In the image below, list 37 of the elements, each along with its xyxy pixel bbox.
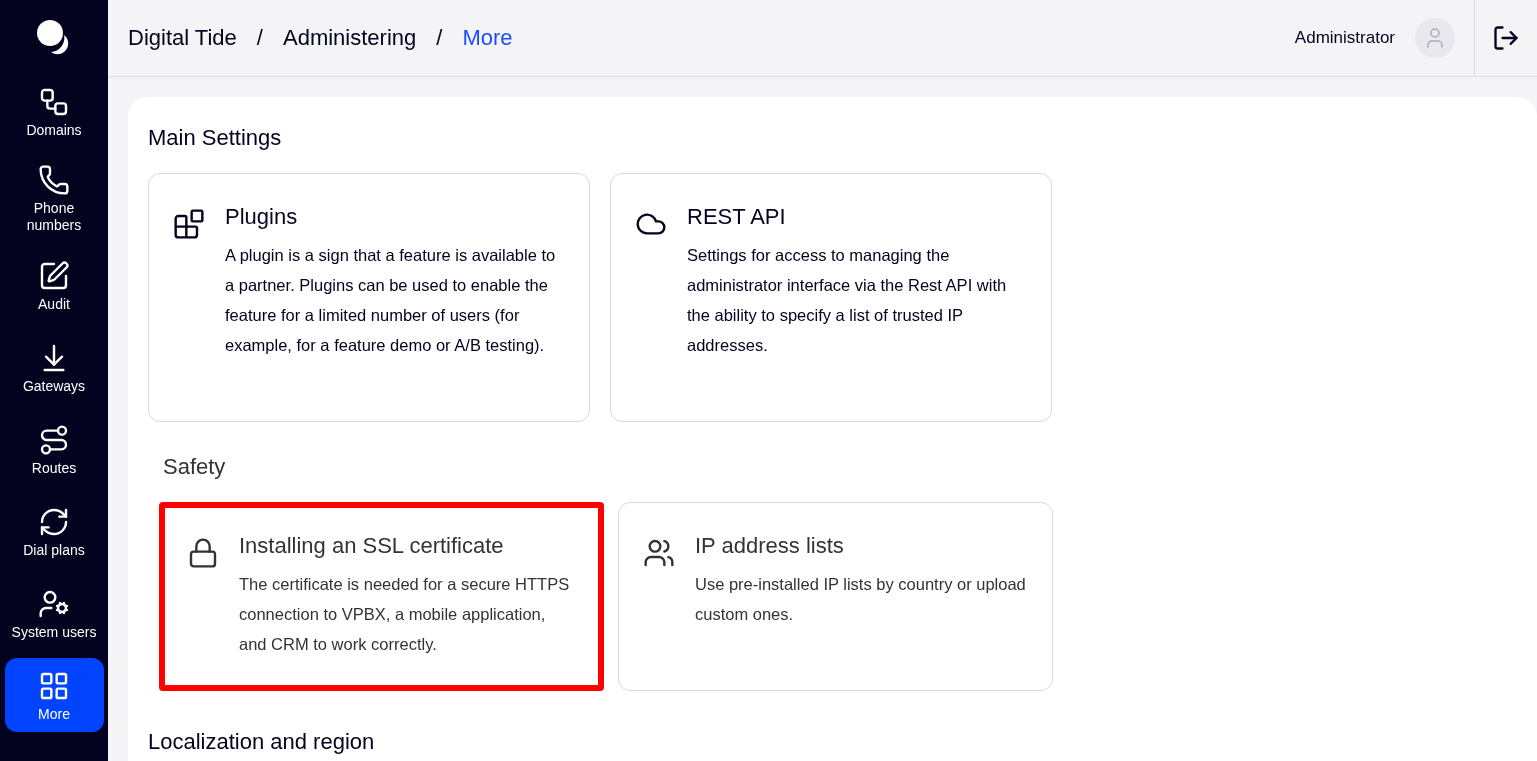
phone-icon [38,164,70,196]
card-description: Settings for access to managing the administrator interface via the Rest API with the ability to specify a list of trusted IP addresses. [687,245,1008,356]
nav-item[interactable]: Routes [4,412,104,486]
nav-item[interactable]: System users [4,576,104,650]
user-name: Administrator [1294,28,1395,48]
users-icon [643,537,675,569]
section-title: Safety [162,454,227,480]
nav-item[interactable]: Dial plans [4,494,104,568]
breadcrumb-separator: / [256,25,263,51]
settings-card[interactable]: IP address lists Use pre-installed IP lists by country or upload custom ones. [618,502,1053,691]
breadcrumb-link[interactable]: Administering [282,25,417,51]
nav-item[interactable]: More [4,658,104,732]
settings-card[interactable]: REST API Settings for access to managing the administrator interface via the Rest API with the ability to specify a list of trusted IP addresses. [610,173,1052,422]
card-description: The certificate is needed for a secure HTTPS connection to VPBX, a mobile application, and CRM to work correctly. [239,574,571,655]
card-title: IP address lists [695,533,845,559]
card-title: Plugins [225,204,299,230]
section-title: Localization and region [148,729,376,755]
settings-card[interactable]: Installing an SSL certificate The certificate is needed for a secure HTTPS connection to VPBX, a mobile application, and CRM to work correctly. [159,502,604,691]
card-title: REST API [687,204,787,230]
settings-card[interactable]: Plugins A plugin is a sign that a feature is available to a partner. Plugins can be used to enable the feature for a limited number of users (for example, for a feature demo or A/B testing). [148,173,590,422]
card-title: Installing an SSL certificate [239,533,505,559]
card-description: Use pre-installed IP lists by country or upload custom ones. [695,574,1027,625]
pencil-icon [38,259,70,292]
breadcrumb-link[interactable]: Digital Tide [128,25,237,51]
section-title: Main Settings [148,125,283,151]
breadcrumb-link[interactable]: More [462,25,513,51]
logout-button[interactable] [1492,24,1520,52]
nav-item[interactable]: Audit [4,248,104,322]
nav-item[interactable]: Phone numbers [4,156,104,240]
nav-item[interactable]: Gateways [4,330,104,404]
route-icon [38,423,70,456]
blocks-icon [173,208,205,240]
logout-icon [1492,24,1520,52]
lock-icon [187,537,219,569]
card-description: A plugin is a sign that a feature is available to a partner. Plugins can be used to enable the feature for a limited number of users (for example, for a feature demo or A/B testing). [225,245,557,356]
nav-item[interactable]: Domains [4,74,104,148]
breadcrumb-separator: / [436,25,443,51]
